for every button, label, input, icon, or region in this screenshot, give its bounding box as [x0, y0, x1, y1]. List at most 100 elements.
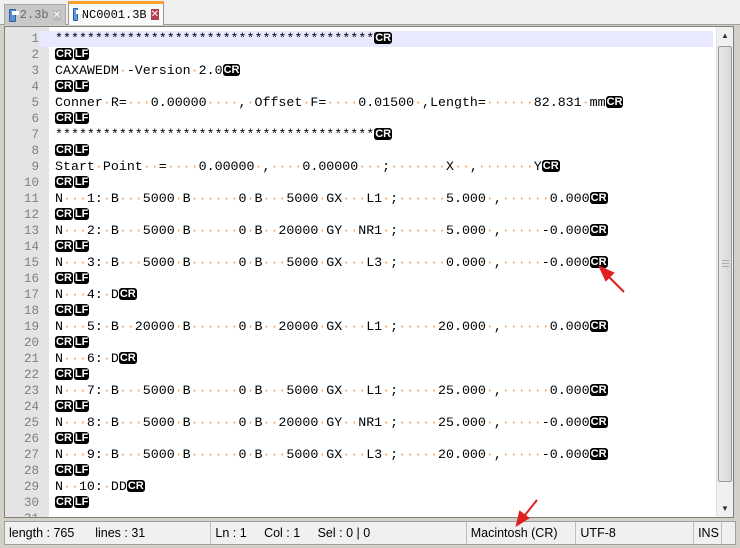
line-content: CR LF — [55, 239, 90, 255]
line-number: 28 — [5, 463, 39, 479]
eol-cr-marker: CR — [55, 368, 73, 380]
editor-line[interactable]: 2 CR LF — [5, 47, 713, 63]
line-number: 30 — [5, 495, 39, 511]
line-number: 19 — [5, 319, 39, 335]
editor-line[interactable]: 31 — [5, 511, 713, 517]
eol-cr-marker: CR — [222, 64, 241, 76]
line-content: CR LF — [55, 271, 90, 287]
editor-line[interactable]: 5 · ··· ···· · · ···· · ······ · Conner … — [5, 95, 713, 111]
vertical-scrollbar[interactable]: ▲ — — — ▼ — [716, 27, 733, 517]
editor-line[interactable]: 16 CR LF — [5, 271, 713, 287]
eol-cr-marker: CR — [55, 176, 73, 188]
eol-cr-marker: CR — [605, 96, 624, 108]
editor-line[interactable]: 14 CR LF — [5, 239, 713, 255]
eol-lf-marker: LF — [73, 368, 90, 380]
line-text: N 9: B 5000 B 0 B 5000 GX L3 ; 20.000 , … — [55, 447, 590, 462]
editor-line[interactable]: 21 ··· · N 6: DCR — [5, 351, 713, 367]
line-number: 18 — [5, 303, 39, 319]
line-number: 11 — [5, 191, 39, 207]
line-number: 20 — [5, 335, 39, 351]
scroll-down-icon[interactable]: ▼ — [717, 500, 733, 517]
editor-line[interactable]: 22 CR LF — [5, 367, 713, 383]
editor-line[interactable]: 9 · ·· ···· · ···· ··· ······· ·· ······… — [5, 159, 713, 175]
editor-line[interactable]: 12 CR LF — [5, 207, 713, 223]
editor-line[interactable]: 19 ··· · ·· · ······ · ·· · ··· · ····· … — [5, 319, 713, 335]
eol-cr-marker: CR — [589, 192, 608, 204]
eol-lf-marker: LF — [73, 208, 90, 220]
text-editor[interactable]: 1 **************************************… — [4, 26, 734, 518]
eol-cr-marker: CR — [55, 304, 73, 316]
eol-format[interactable]: Macintosh (CR) — [467, 522, 577, 544]
editor-line[interactable]: 17 ··· · N 4: DCR — [5, 287, 713, 303]
eol-cr-marker: CR — [541, 160, 560, 172]
eol-lf-marker: LF — [73, 112, 90, 124]
editor-line[interactable]: 3 · · CAXAWEDM -Version 2.0CR — [5, 63, 713, 79]
line-content: ****************************************… — [55, 127, 393, 143]
editor-line[interactable]: 23 ··· · ··· · ······ · ··· · ··· · ····… — [5, 383, 713, 399]
scroll-up-icon[interactable]: ▲ — [717, 27, 733, 44]
editor-line[interactable]: 6 CR LF — [5, 111, 713, 127]
line-content: CR LF — [55, 431, 90, 447]
editor-line[interactable]: 8 CR LF — [5, 143, 713, 159]
eol-cr-marker: CR — [118, 352, 137, 364]
line-content: Start Point = 0.00000 , 0.00000 ; X , YC… — [55, 159, 561, 175]
line-text: CAXAWEDM -Version 2.0 — [55, 63, 223, 78]
line-content: CR LF — [55, 79, 90, 95]
editor-line[interactable]: 10 CR LF — [5, 175, 713, 191]
lines-label: lines : 31 — [95, 526, 146, 540]
resize-grip-icon[interactable] — [722, 522, 735, 544]
line-number: 13 — [5, 223, 39, 239]
editor-line[interactable]: 15 ··· · ··· · ······ · ··· · ··· · ····… — [5, 255, 713, 271]
editor-line[interactable]: 13 ··· · ··· · ······ · ·· · ·· · ······… — [5, 223, 713, 239]
editor-line[interactable]: 18 CR LF — [5, 303, 713, 319]
line-number: 21 — [5, 351, 39, 367]
close-tab-icon[interactable]: ✕ — [52, 9, 61, 21]
line-text: N 3: B 5000 B 0 B 5000 GX L3 ; 0.000 , -… — [55, 255, 590, 270]
saved-file-icon — [9, 8, 19, 22]
line-text: Start Point = 0.00000 , 0.00000 ; X , Y — [55, 159, 542, 174]
editor-line[interactable]: 26 CR LF — [5, 431, 713, 447]
tab-label: 2.3b — [19, 8, 49, 22]
eol-lf-marker: LF — [73, 304, 90, 316]
encoding[interactable]: UTF-8 — [576, 522, 695, 544]
line-number: 27 — [5, 447, 39, 463]
line-content: CR LF — [55, 207, 90, 223]
line-content: Conner R= 0.00000 , Offset F= 0.01500 ,L… — [55, 95, 624, 111]
tab-2-3b[interactable]: 2.3b ✕ — [4, 4, 66, 25]
line-text: N 7: B 5000 B 0 B 5000 GX L1 ; 25.000 , … — [55, 383, 590, 398]
editor-line[interactable]: 30 CR LF — [5, 495, 713, 511]
line-content: CR LF — [55, 47, 90, 63]
editor-line[interactable]: 29 ·· · N 10: DDCR — [5, 479, 713, 495]
eol-lf-marker: LF — [73, 336, 90, 348]
editor-line[interactable]: 20 CR LF — [5, 335, 713, 351]
line-number: 26 — [5, 431, 39, 447]
eol-lf-marker: LF — [73, 80, 90, 92]
editor-line[interactable]: 27 ··· · ··· · ······ · ··· · ··· · ····… — [5, 447, 713, 463]
insert-mode[interactable]: INS — [694, 522, 723, 544]
eol-cr-marker: CR — [589, 416, 608, 428]
editor-line[interactable]: 4 CR LF — [5, 79, 713, 95]
editor-line[interactable]: 25 ··· · ··· · ······ · ·· · ·· · ····· … — [5, 415, 713, 431]
editor-line[interactable]: 11 ··· · ··· · ······ · ··· · ··· · ····… — [5, 191, 713, 207]
line-number: 22 — [5, 367, 39, 383]
editor-line[interactable]: 28 CR LF — [5, 463, 713, 479]
line-text: N 8: B 5000 B 0 B 20000 GY NR1 ; 25.000 … — [55, 415, 590, 430]
saved-file-icon — [73, 8, 83, 21]
close-tab-icon[interactable]: ✕ — [150, 9, 159, 20]
tab-nc0001-3b[interactable]: NC0001.3B ✕ — [68, 1, 164, 25]
eol-lf-marker: LF — [73, 144, 90, 156]
line-number: 8 — [5, 143, 39, 159]
editor-lines: 1 **************************************… — [5, 31, 713, 517]
ln-label: Ln : 1 — [215, 526, 247, 540]
line-content: CR LF — [55, 495, 90, 511]
scrollbar-thumb[interactable]: — — — — [718, 46, 732, 482]
eol-cr-marker: CR — [374, 128, 393, 140]
eol-cr-marker: CR — [55, 432, 73, 444]
eol-lf-marker: LF — [73, 176, 90, 188]
editor-line[interactable]: 24 CR LF — [5, 399, 713, 415]
editor-line[interactable]: 1 **************************************… — [5, 31, 713, 47]
line-text: **************************************** — [55, 31, 375, 46]
line-text: Conner R= 0.00000 , Offset F= 0.01500 ,L… — [55, 95, 606, 110]
status-bar: length : 765 lines : 31 Ln : 1 Col : 1 S… — [4, 521, 736, 545]
editor-line[interactable]: 7 **************************************… — [5, 127, 713, 143]
